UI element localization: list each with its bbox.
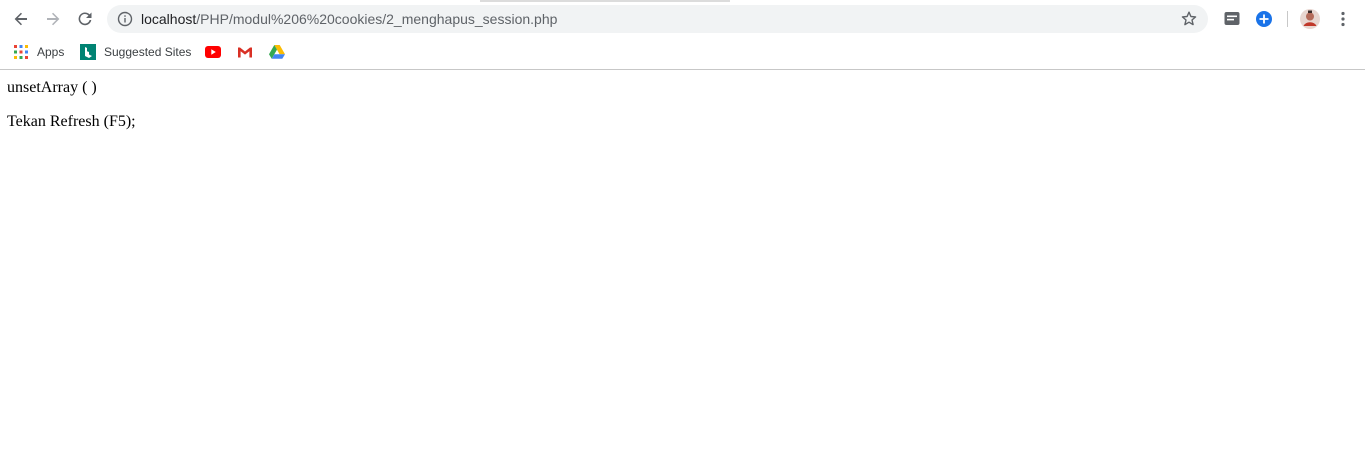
bookmarks-bar: Apps Suggested Sites [0,38,1365,66]
reload-button[interactable] [71,5,99,33]
browser-toolbar: localhost/PHP/modul%206%20cookies/2_meng… [0,2,1365,36]
browser-chrome: localhost/PHP/modul%206%20cookies/2_meng… [0,0,1365,70]
info-icon[interactable] [117,11,133,27]
reload-icon [78,12,92,26]
plus-extension-button[interactable] [1253,8,1275,30]
forward-icon [47,12,60,26]
url-text[interactable]: localhost/PHP/modul%206%20cookies/2_meng… [141,5,557,33]
apps-icon [13,44,29,60]
plus-extension-icon [1256,11,1272,27]
toolbar-separator [1287,11,1288,27]
bookmark-youtube[interactable] [205,42,221,62]
page-content: unsetArray ( ) Tekan Refresh (F5); [0,70,1365,453]
more-icon [1341,11,1345,27]
bookmark-gmail[interactable] [237,42,253,62]
bookmark-suggested-label: Suggested Sites [104,45,192,59]
drive-icon [269,44,285,60]
chat-extension-icon [1224,12,1240,25]
avatar [1300,9,1320,29]
url-host: localhost [141,11,197,27]
back-button[interactable] [7,5,35,33]
youtube-icon [205,44,221,60]
output-line-refresh: Tekan Refresh (F5); [7,113,136,130]
address-bar[interactable]: localhost/PHP/modul%206%20cookies/2_meng… [107,5,1208,33]
bookmark-apps[interactable]: Apps [13,42,64,62]
gmail-icon [237,44,253,60]
url-path: /PHP/modul%206%20cookies/2_menghapus_ses… [196,11,558,27]
bookmark-apps-label: Apps [37,45,65,59]
forward-button[interactable] [39,5,67,33]
bookmark-drive[interactable] [269,42,285,62]
chat-extension-button[interactable] [1221,8,1243,30]
output-line-unset: unsetArray ( ) [7,79,97,96]
menu-button[interactable] [1332,8,1354,30]
bing-icon [80,44,96,60]
star-icon[interactable] [1180,10,1198,28]
back-icon [14,12,27,26]
profile-button[interactable] [1299,8,1321,30]
bookmark-suggested-sites[interactable]: Suggested Sites [80,42,191,62]
